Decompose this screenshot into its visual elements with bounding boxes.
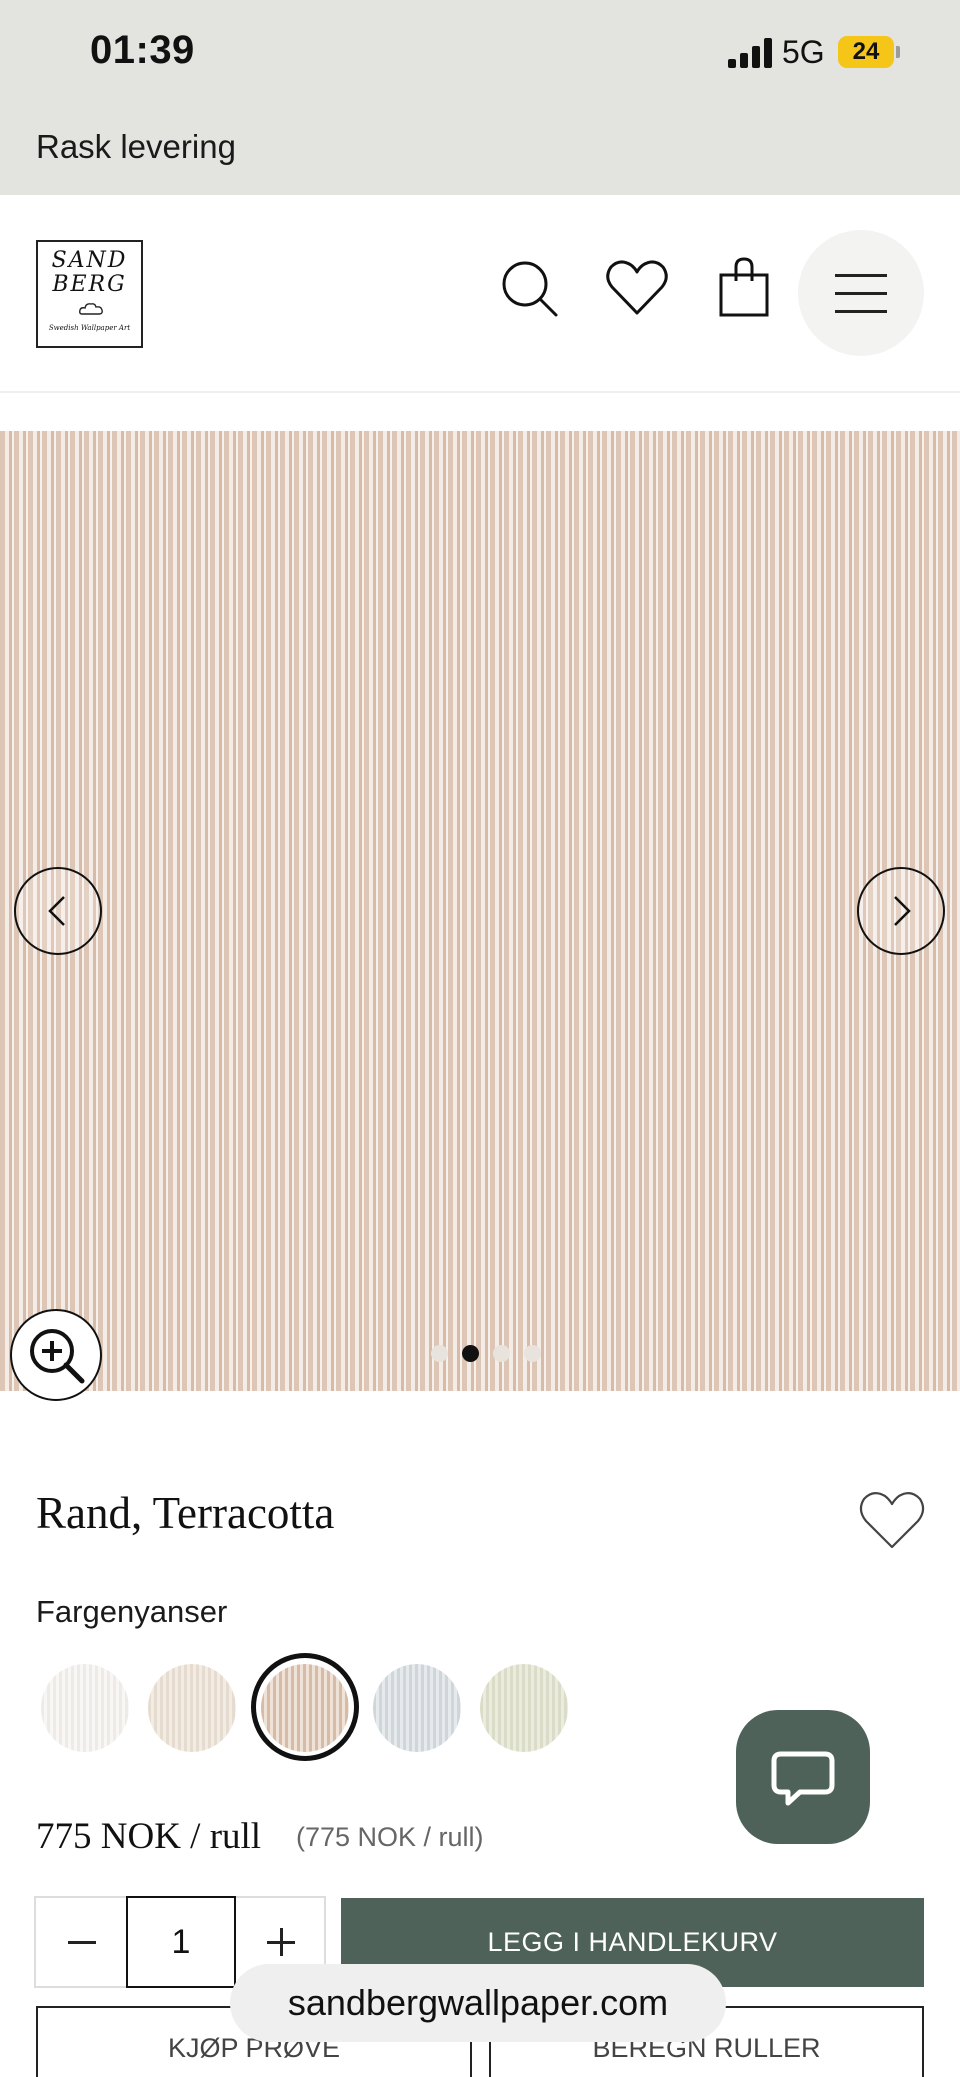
product-image[interactable] — [0, 431, 960, 1391]
chevron-left-icon — [48, 896, 65, 926]
status-time: 01:39 — [90, 28, 195, 72]
logo-line2: BERG — [52, 272, 127, 297]
chat-button[interactable] — [736, 1710, 870, 1844]
unit-price: (775 NOK / rull) — [296, 1822, 484, 1852]
heart-icon[interactable] — [602, 253, 672, 323]
logo-line1: SAND — [51, 248, 128, 273]
search-icon[interactable] — [494, 253, 564, 323]
swatch-beige[interactable] — [148, 1664, 236, 1752]
sandberg-logo[interactable]: SAND BERG Swedish Wallpaper Art — [36, 240, 143, 348]
page-dot[interactable] — [493, 1345, 510, 1362]
decrease-quantity-button[interactable] — [36, 1898, 126, 1986]
status-area: 01:39 5G 24 Rask levering — [0, 0, 960, 195]
browser-url-bar[interactable]: sandbergwallpaper.com — [230, 1964, 726, 2042]
battery-icon: 24 — [838, 36, 894, 68]
next-image-button[interactable] — [857, 867, 945, 955]
site-header: SAND BERG Swedish Wallpaper Art — [0, 195, 960, 393]
battery-cap — [896, 46, 900, 58]
swatch-blue[interactable] — [373, 1664, 461, 1752]
delivery-banner: Rask levering — [36, 128, 236, 165]
favorite-heart-icon[interactable] — [856, 1485, 928, 1551]
network-label: 5G — [782, 34, 825, 70]
price: 775 NOK / rull — [36, 1816, 262, 1857]
zoom-button[interactable] — [10, 1309, 102, 1401]
signal-icon — [728, 38, 774, 68]
quantity-input[interactable]: 1 — [126, 1896, 236, 1988]
prev-image-button[interactable] — [14, 867, 102, 955]
swatch-white[interactable] — [41, 1664, 129, 1752]
minus-icon — [68, 1941, 96, 1944]
swatch-green[interactable] — [480, 1664, 568, 1752]
chat-icon — [771, 1751, 835, 1806]
product-title: Rand, Terracotta — [36, 1488, 335, 1538]
plus-icon-vertical — [280, 1928, 283, 1956]
color-variants-label: Fargenyanser — [36, 1594, 228, 1629]
chevron-right-icon — [894, 896, 911, 926]
cloud-icon — [79, 303, 103, 315]
bag-icon[interactable] — [710, 253, 780, 323]
swatch-terracotta[interactable] — [261, 1664, 349, 1752]
logo-tagline: Swedish Wallpaper Art — [48, 324, 131, 332]
page-dot[interactable] — [431, 1345, 448, 1362]
zoom-in-icon — [30, 1329, 85, 1384]
page-dot[interactable] — [524, 1345, 541, 1362]
menu-button[interactable] — [798, 230, 924, 356]
page-dot-active[interactable] — [462, 1345, 479, 1362]
